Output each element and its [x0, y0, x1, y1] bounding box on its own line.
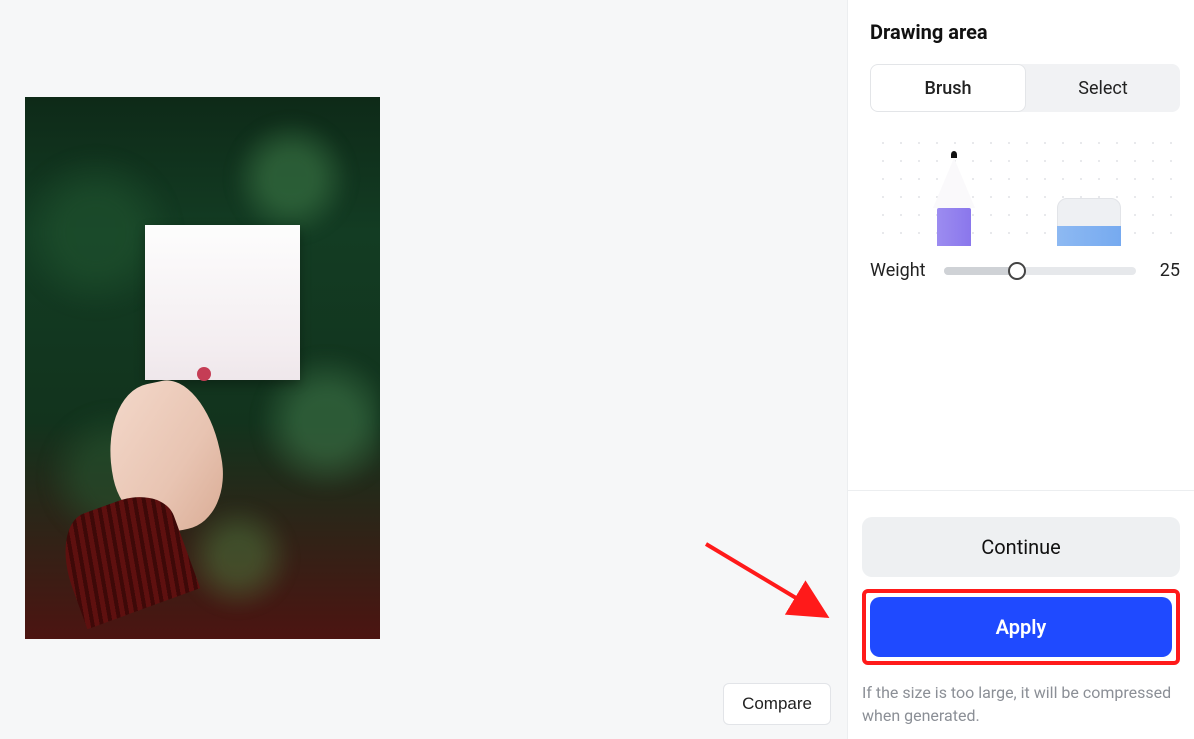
tool-picker-row [870, 130, 1180, 250]
weight-value: 25 [1154, 260, 1180, 281]
weight-slider[interactable] [944, 267, 1136, 275]
continue-button[interactable]: Continue [862, 517, 1180, 577]
section-title: Drawing area [870, 20, 1180, 44]
size-hint-text: If the size is too large, it will be com… [862, 681, 1180, 727]
image-paper [145, 225, 300, 380]
image-preview[interactable] [25, 97, 380, 639]
brush-tool-icon[interactable] [929, 151, 979, 246]
apply-button[interactable]: Apply [870, 597, 1172, 657]
mode-brush[interactable]: Brush [870, 64, 1026, 112]
weight-label: Weight [870, 260, 926, 281]
weight-slider-thumb[interactable] [1008, 262, 1026, 280]
mode-toggle: Brush Select [870, 64, 1180, 112]
mode-select[interactable]: Select [1026, 64, 1180, 112]
sidebar: Drawing area Brush Select Weight 25 [848, 0, 1194, 739]
canvas-area: Compare [0, 0, 848, 739]
weight-control: Weight 25 [870, 260, 1180, 281]
apply-annotation-box: Apply [862, 589, 1180, 665]
weight-slider-fill [944, 267, 1017, 275]
compare-button[interactable]: Compare [723, 683, 831, 725]
eraser-tool-icon[interactable] [1057, 198, 1121, 246]
